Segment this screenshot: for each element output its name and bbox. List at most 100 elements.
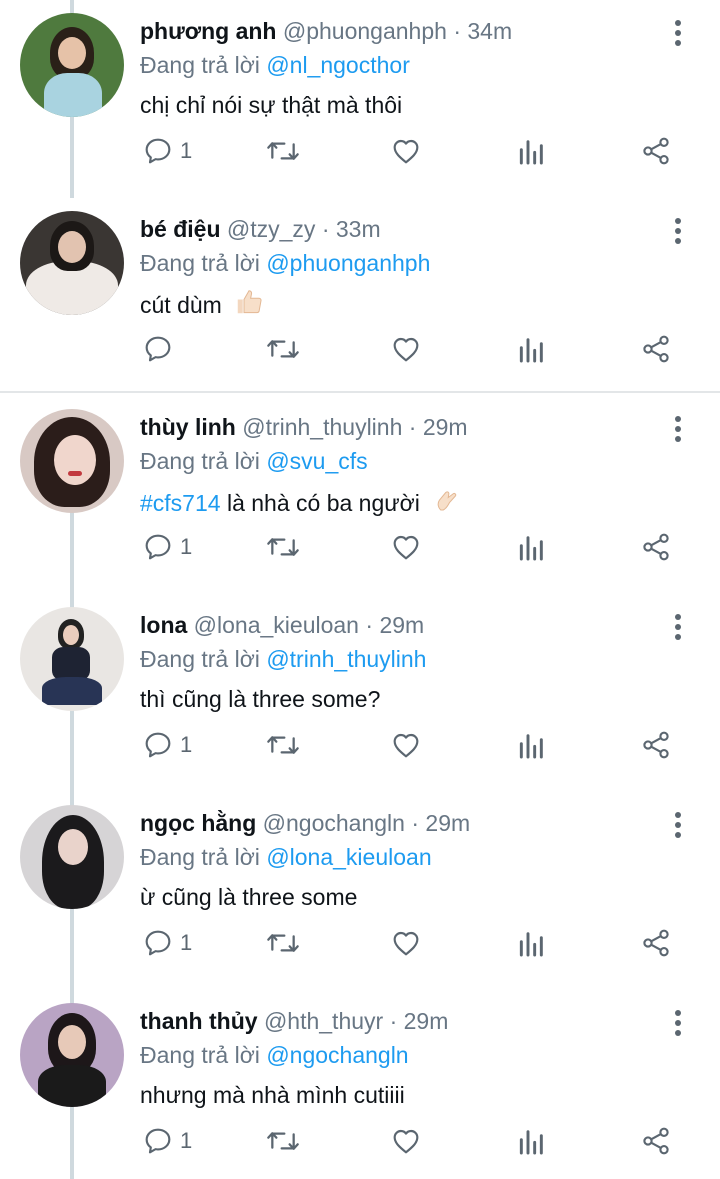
analytics-button[interactable] xyxy=(517,1121,547,1161)
tweet[interactable]: phương anh @phuonganhph · 34m Đang trả l… xyxy=(0,0,720,198)
reply-icon xyxy=(145,138,171,164)
like-button[interactable] xyxy=(390,329,422,369)
retweet-icon xyxy=(267,142,299,160)
more-options-icon[interactable] xyxy=(668,18,688,48)
hashtag-link[interactable]: #cfs714 xyxy=(140,490,221,516)
tweet[interactable]: thanh thủy @hth_thuyr · 29m Đang trả lời… xyxy=(0,990,720,1179)
avatar[interactable] xyxy=(20,409,124,513)
tweet-body: ừ cũng là three some xyxy=(140,884,358,910)
tweet[interactable]: bé điệu @tzy_zy · 33m Đang trả lời @phuo… xyxy=(0,198,720,396)
heart-icon xyxy=(393,139,419,164)
replying-to-label: Đang trả lời xyxy=(140,844,260,870)
user-handle[interactable]: @lona_kieuloan xyxy=(194,612,359,638)
tweet-body: nhưng mà nhà mình cutiiii xyxy=(140,1082,405,1108)
timestamp[interactable]: 29m xyxy=(379,612,424,638)
analytics-button[interactable] xyxy=(517,923,547,963)
share-button[interactable] xyxy=(640,923,672,963)
reply-button[interactable]: 1 xyxy=(142,725,192,765)
tweet[interactable]: lona @lona_kieuloan · 29m Đang trả lời @… xyxy=(0,594,720,792)
display-name[interactable]: thanh thủy xyxy=(140,1008,258,1034)
avatar[interactable] xyxy=(20,607,124,711)
share-icon xyxy=(643,1127,669,1155)
reply-button[interactable] xyxy=(142,329,180,369)
separator-dot: · xyxy=(321,216,330,242)
like-button[interactable] xyxy=(390,527,422,567)
more-options-icon[interactable] xyxy=(668,1008,688,1038)
like-button[interactable] xyxy=(390,131,422,171)
user-handle[interactable]: @trinh_thuylinh xyxy=(242,414,402,440)
user-handle[interactable]: @phuonganhph xyxy=(283,18,447,44)
tweet[interactable]: thùy linh @trinh_thuylinh · 29m Đang trả… xyxy=(0,396,720,594)
more-options-icon[interactable] xyxy=(668,216,688,246)
retweet-button[interactable] xyxy=(265,1121,301,1161)
tweet-text: nhưng mà nhà mình cutiiii xyxy=(140,1079,405,1111)
reply-mention-link[interactable]: @nl_ngocthor xyxy=(266,52,410,78)
display-name[interactable]: phương anh xyxy=(140,18,276,44)
avatar[interactable] xyxy=(20,13,124,117)
timestamp[interactable]: 29m xyxy=(423,414,468,440)
share-button[interactable] xyxy=(640,1121,672,1161)
bar-chart-icon xyxy=(519,140,543,165)
tweet-text: #cfs714 là nhà có ba người xyxy=(140,485,462,523)
timestamp[interactable]: 33m xyxy=(336,216,381,242)
display-name[interactable]: thùy linh xyxy=(140,414,236,440)
tweet-header: thanh thủy @hth_thuyr · 29m xyxy=(140,1005,448,1037)
reply-mention-link[interactable]: @phuonganhph xyxy=(266,250,430,276)
separator-dot: · xyxy=(411,810,420,836)
more-options-icon[interactable] xyxy=(668,414,688,444)
heart-icon xyxy=(393,337,419,362)
share-icon xyxy=(643,533,669,561)
replying-to-label: Đang trả lời xyxy=(140,448,260,474)
share-button[interactable] xyxy=(640,329,672,369)
tweet-text: thì cũng là three some? xyxy=(140,683,380,715)
reply-button[interactable]: 1 xyxy=(142,923,192,963)
more-options-icon[interactable] xyxy=(668,612,688,642)
like-button[interactable] xyxy=(390,725,422,765)
display-name[interactable]: ngọc hằng xyxy=(140,810,256,836)
retweet-button[interactable] xyxy=(265,329,301,369)
separator-dot: · xyxy=(453,18,461,44)
like-button[interactable] xyxy=(390,923,422,963)
tweet-body: là nhà có ba người xyxy=(226,490,420,516)
reply-button[interactable]: 1 xyxy=(142,527,192,567)
more-options-icon[interactable] xyxy=(668,810,688,840)
timestamp[interactable]: 29m xyxy=(404,1008,449,1034)
retweet-icon xyxy=(267,538,299,556)
share-button[interactable] xyxy=(640,527,672,567)
reply-mention-link[interactable]: @trinh_thuylinh xyxy=(266,646,426,672)
user-handle[interactable]: @ngochangln xyxy=(263,810,405,836)
pinching-hand-emoji-icon xyxy=(432,485,462,523)
replying-to: Đang trả lời @phuonganhph xyxy=(140,247,430,279)
tweet-header: lona @lona_kieuloan · 29m xyxy=(140,609,424,641)
retweet-button[interactable] xyxy=(265,923,301,963)
retweet-button[interactable] xyxy=(265,527,301,567)
tweet-body: chị chỉ nói sự thật mà thôi xyxy=(140,92,403,118)
analytics-button[interactable] xyxy=(517,131,547,171)
analytics-button[interactable] xyxy=(517,725,547,765)
display-name[interactable]: bé điệu xyxy=(140,216,221,242)
user-handle[interactable]: @tzy_zy xyxy=(227,216,316,242)
avatar[interactable] xyxy=(20,1003,124,1107)
display-name[interactable]: lona xyxy=(140,612,187,638)
share-button[interactable] xyxy=(640,725,672,765)
user-handle[interactable]: @hth_thuyr xyxy=(264,1008,383,1034)
reply-mention-link[interactable]: @svu_cfs xyxy=(266,448,367,474)
retweet-button[interactable] xyxy=(265,131,301,171)
reply-mention-link[interactable]: @ngochangln xyxy=(266,1042,408,1068)
timestamp[interactable]: 34m xyxy=(467,18,512,44)
tweet[interactable]: ngọc hằng @ngochangln · 29m Đang trả lời… xyxy=(0,792,720,990)
like-button[interactable] xyxy=(390,1121,422,1161)
retweet-button[interactable] xyxy=(265,725,301,765)
reply-mention-link[interactable]: @lona_kieuloan xyxy=(266,844,431,870)
avatar[interactable] xyxy=(20,805,124,909)
tweet-actions: 1 xyxy=(0,527,720,567)
avatar[interactable] xyxy=(20,211,124,315)
analytics-button[interactable] xyxy=(517,527,547,567)
analytics-button[interactable] xyxy=(517,329,547,369)
replying-to: Đang trả lời @svu_cfs xyxy=(140,445,368,477)
reply-button[interactable]: 1 xyxy=(142,131,192,171)
share-button[interactable] xyxy=(640,131,672,171)
timestamp[interactable]: 29m xyxy=(425,810,470,836)
retweet-icon xyxy=(267,1132,299,1150)
reply-button[interactable]: 1 xyxy=(142,1121,192,1161)
